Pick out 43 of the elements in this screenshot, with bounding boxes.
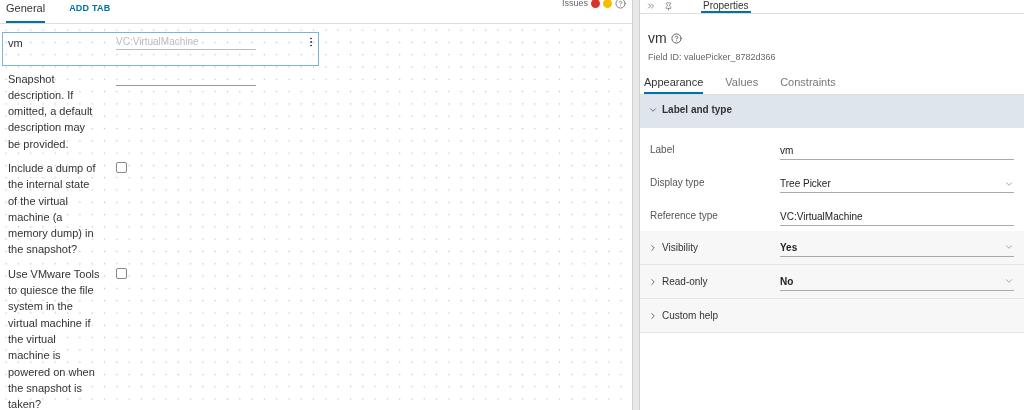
property-label: Display type [650, 176, 706, 190]
help-icon[interactable] [670, 33, 682, 44]
chevron-right-icon [648, 310, 658, 321]
tab[interactable]: Values [725, 73, 759, 94]
section-title: Label and type [662, 103, 732, 117]
form-field[interactable]: Snapshot description. If omitted, a default description may be provided. [2, 69, 319, 157]
section-header[interactable]: Visibility Yes [640, 231, 1024, 264]
checkbox[interactable] [116, 162, 127, 173]
field-name: vm [648, 29, 667, 48]
field-label: vm [8, 35, 24, 51]
field-label: Include a dump of the internal state of the virtual machine (a memory dump) in the snapshot? [8, 161, 97, 258]
field-id: Field ID: valuePicker_8782d366 [647, 51, 777, 64]
input-field[interactable]: vm [780, 142, 1014, 160]
section-header[interactable]: Label and type [640, 95, 1024, 128]
chevron-down-icon [1004, 276, 1014, 286]
select-field[interactable]: Yes [780, 238, 1014, 257]
section-header[interactable]: Read-only No [640, 265, 1024, 298]
selected-form-field[interactable]: vm VC:VirtualMachine [2, 31, 319, 66]
chevron-right-icon [648, 242, 658, 253]
select-field[interactable]: No [780, 272, 1014, 291]
section-title: Custom help [662, 309, 719, 323]
tab[interactable]: Constraints [780, 73, 836, 94]
property-label: Label [650, 143, 676, 157]
section-header[interactable]: Custom help [640, 299, 1024, 332]
select-field[interactable]: Tree Picker [780, 175, 1014, 193]
chevron-down-icon [1004, 242, 1014, 252]
form-field[interactable]: Include a dump of the internal state of the virtual machine (a memory dump) in the snapshot? [2, 159, 319, 263]
form-field[interactable]: Use VMware Tools to quiesce the file system in the virtual machine if the virtual machine is powered on when the snapshot is taken? [2, 264, 319, 410]
pin-icon[interactable] [664, 2, 673, 11]
collapse-icon[interactable] [646, 1, 656, 11]
input-field[interactable]: VC:VirtualMachine [780, 208, 1014, 226]
section-title: Read-only [662, 275, 708, 289]
property-label: Reference type [650, 209, 719, 223]
checkbox[interactable] [116, 267, 127, 279]
tab[interactable]: Properties [701, 0, 751, 13]
field-label: Use VMware Tools to quiesce the file system in the virtual machine if the virtual machine is powered on when the snapshot is taken? [8, 266, 100, 410]
field-label: Snapshot description. If omitted, a default description may be provided. [8, 71, 94, 152]
tab[interactable]: General [6, 0, 46, 23]
help-icon[interactable] [615, 0, 626, 10]
chevron-right-icon [648, 276, 658, 287]
section-title: Visibility [662, 241, 698, 255]
add-tab-link[interactable]: ADD TAB [69, 2, 111, 23]
issues-label[interactable]: Issues [562, 0, 588, 11]
